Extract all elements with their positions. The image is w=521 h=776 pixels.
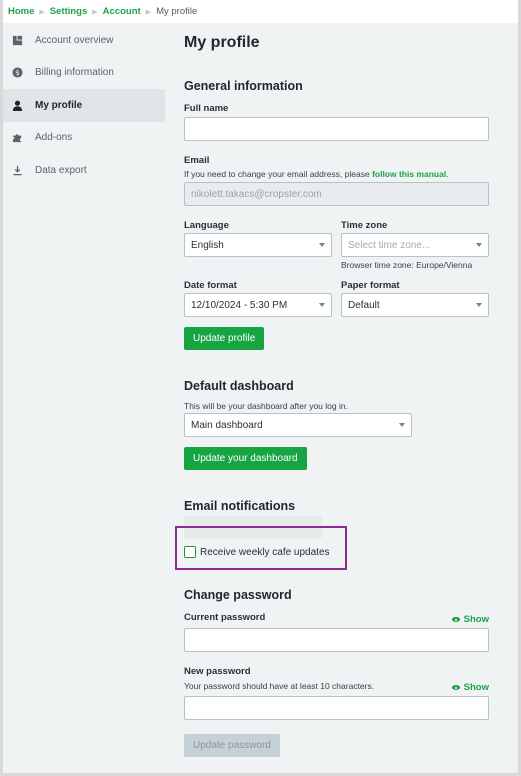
- download-icon: [11, 164, 23, 176]
- breadcrumb: Home ▶ Settings ▶ Account ▶ My profile: [3, 0, 518, 23]
- general-information-heading: General information: [184, 79, 303, 93]
- email-label: Email: [184, 155, 210, 166]
- sidebar-item-label: Account overview: [35, 34, 114, 46]
- sidebar-item-billing-information[interactable]: $ Billing information: [3, 57, 165, 90]
- dashboard-hint: This will be your dashboard after you lo…: [184, 401, 348, 411]
- change-password-heading: Change password: [184, 588, 292, 602]
- account-overview-icon: [11, 34, 23, 46]
- sidebar-item-data-export[interactable]: Data export: [3, 154, 165, 187]
- language-value: English: [191, 239, 224, 251]
- sidebar-item-my-profile[interactable]: My profile: [3, 89, 165, 122]
- chevron-down-icon: [319, 303, 325, 307]
- update-password-button[interactable]: Update password: [184, 734, 280, 757]
- timezone-placeholder: Select time zone...: [348, 239, 431, 251]
- sidebar-item-account-overview[interactable]: Account overview: [3, 24, 165, 57]
- default-dashboard-heading: Default dashboard: [184, 379, 294, 393]
- chevron-down-icon: [399, 423, 405, 427]
- sidebar: Account overview $ Billing information M…: [3, 24, 165, 187]
- svg-text:$: $: [15, 68, 20, 77]
- new-password-input[interactable]: [184, 696, 489, 720]
- show-current-password-button[interactable]: Show: [451, 614, 489, 625]
- breadcrumb-account[interactable]: Account: [103, 6, 141, 17]
- show-label: Show: [463, 682, 489, 693]
- current-password-label: Current password: [184, 612, 266, 623]
- chevron-down-icon: [319, 243, 325, 247]
- breadcrumb-current: My profile: [156, 6, 198, 17]
- eye-icon: [451, 685, 460, 690]
- chevron-down-icon: [476, 303, 482, 307]
- page-title: My profile: [184, 34, 260, 51]
- current-password-input[interactable]: [184, 628, 489, 652]
- dollar-coin-icon: $: [11, 67, 23, 79]
- puzzle-icon: [11, 132, 23, 144]
- paper-format-label: Paper format: [341, 280, 400, 291]
- breadcrumb-separator-icon: ▶: [92, 8, 98, 16]
- full-name-input[interactable]: [184, 117, 489, 141]
- show-label: Show: [463, 614, 489, 625]
- browser-timezone-hint: Browser time zone: Europe/Vienna: [341, 260, 473, 270]
- breadcrumb-separator-icon: ▶: [145, 8, 152, 16]
- weekly-updates-label: Receive weekly cafe updates: [200, 546, 330, 558]
- app-frame: Home ▶ Settings ▶ Account ▶ My profile A…: [3, 0, 518, 773]
- update-dashboard-button[interactable]: Update your dashboard: [184, 447, 307, 470]
- language-select[interactable]: English: [184, 233, 332, 257]
- follow-manual-link[interactable]: follow this manual: [372, 169, 446, 179]
- user-icon: [11, 99, 23, 111]
- new-password-label: New password: [184, 666, 251, 677]
- date-format-value: 12/10/2024 - 5:30 PM: [191, 299, 288, 311]
- full-name-label: Full name: [184, 103, 229, 114]
- email-notifications-heading: Email notifications: [184, 499, 296, 513]
- timezone-select[interactable]: Select time zone...: [341, 233, 489, 257]
- weekly-updates-option[interactable]: Receive weekly cafe updates: [184, 546, 330, 558]
- update-profile-button[interactable]: Update profile: [184, 327, 265, 350]
- paper-format-select[interactable]: Default: [341, 293, 489, 317]
- language-label: Language: [184, 220, 229, 231]
- breadcrumb-home[interactable]: Home: [8, 6, 34, 17]
- sidebar-item-add-ons[interactable]: Add-ons: [3, 122, 165, 155]
- email-hint-end: .: [446, 169, 449, 179]
- breadcrumb-separator-icon: ▶: [39, 8, 45, 16]
- email-hint-text: If you need to change your email address…: [184, 169, 373, 179]
- date-format-select[interactable]: 12/10/2024 - 5:30 PM: [184, 293, 332, 317]
- date-format-label: Date format: [184, 280, 237, 291]
- dashboard-select[interactable]: Main dashboard: [184, 413, 412, 437]
- timezone-label: Time zone: [341, 220, 388, 231]
- sidebar-item-label: Billing information: [35, 67, 114, 79]
- chevron-down-icon: [476, 243, 482, 247]
- sidebar-item-label: My profile: [35, 99, 83, 111]
- email-hint: If you need to change your email address…: [184, 169, 449, 179]
- dashboard-value: Main dashboard: [191, 419, 263, 431]
- eye-icon: [451, 617, 460, 622]
- weekly-updates-checkbox[interactable]: [184, 546, 196, 558]
- new-password-hint: Your password should have at least 10 ch…: [184, 681, 375, 691]
- sidebar-item-label: Data export: [35, 164, 87, 176]
- sidebar-item-label: Add-ons: [35, 132, 73, 144]
- email-field: nikolett.takacs@cropster.com: [184, 182, 489, 206]
- paper-format-value: Default: [348, 299, 380, 311]
- show-new-password-button[interactable]: Show: [451, 682, 489, 693]
- breadcrumb-settings[interactable]: Settings: [50, 6, 87, 17]
